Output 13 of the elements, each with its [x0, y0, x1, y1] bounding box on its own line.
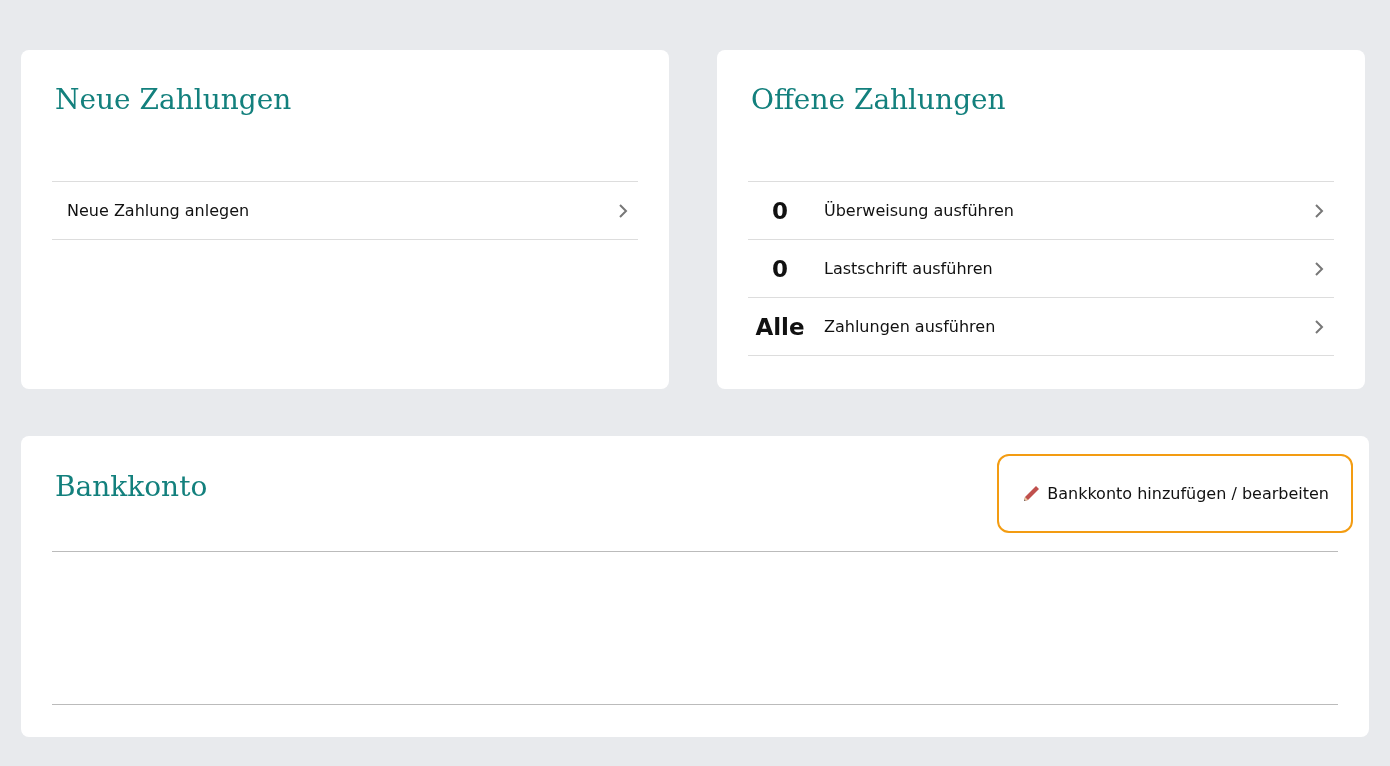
card-title: Neue Zahlungen: [55, 82, 293, 118]
chevron-right-icon: [618, 202, 628, 219]
list-item[interactable]: 0 Überweisung ausführen: [748, 182, 1334, 240]
card-title: Offene Zahlungen: [751, 82, 1007, 118]
list-item[interactable]: 0 Lastschrift ausführen: [748, 240, 1334, 298]
chevron-right-icon: [1314, 202, 1324, 219]
edit-bank-account-button[interactable]: Bankkonto hinzufügen / bearbeiten: [997, 454, 1353, 533]
card-title: Bankkonto: [55, 469, 208, 505]
list-item[interactable]: Alle Zahlungen ausführen: [748, 298, 1334, 356]
list-item[interactable]: Neue Zahlung anlegen: [52, 182, 638, 240]
pencil-icon: [1021, 483, 1042, 504]
chevron-right-icon: [1314, 260, 1324, 277]
chevron-right-icon: [1314, 318, 1324, 335]
